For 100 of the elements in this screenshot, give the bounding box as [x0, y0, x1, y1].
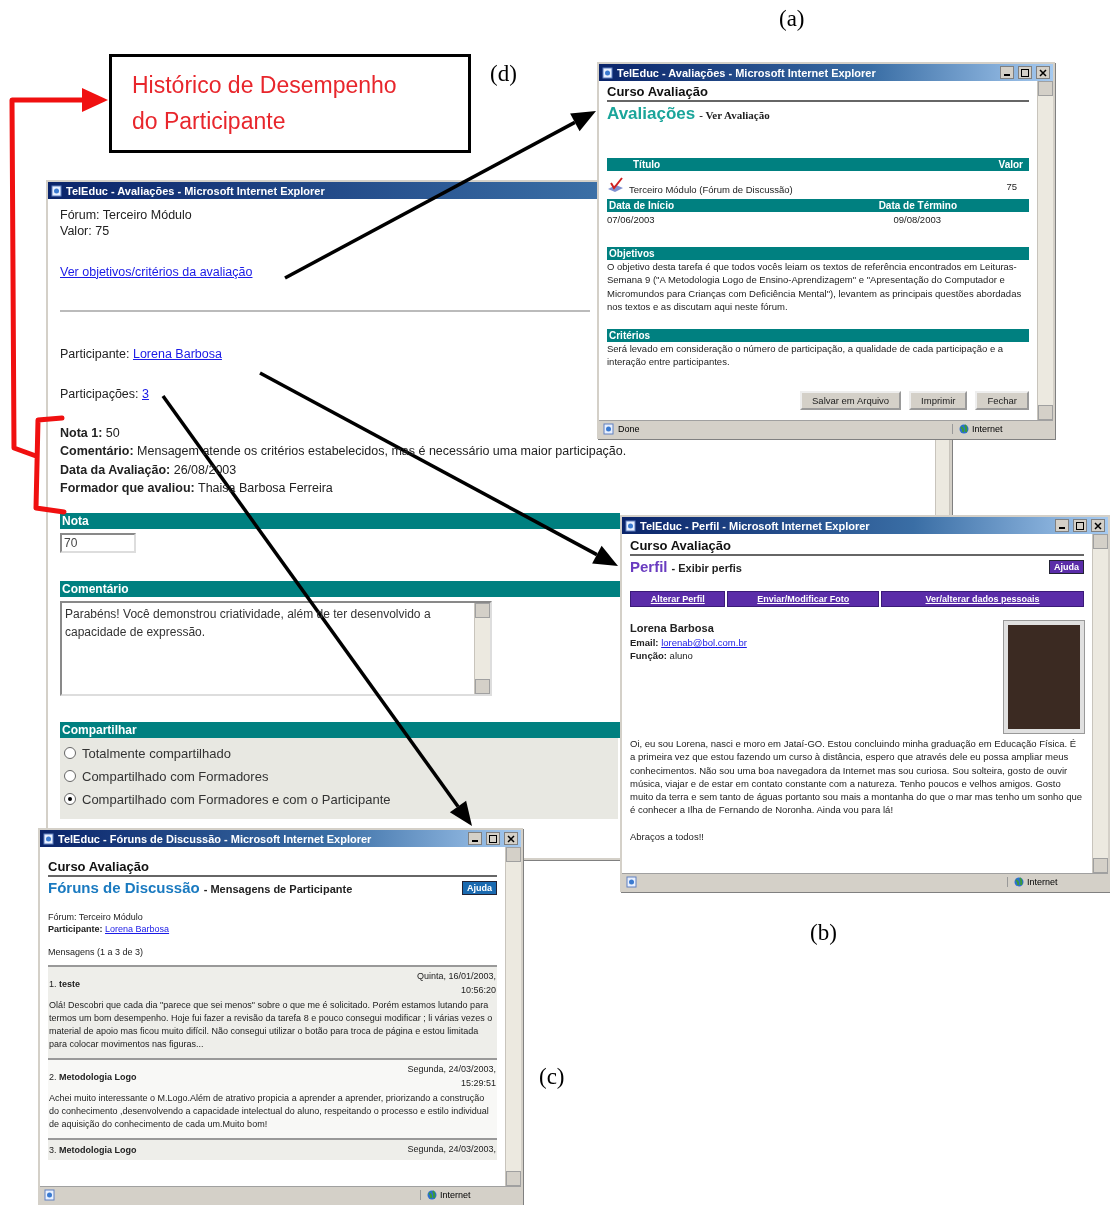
scrollbar[interactable] — [505, 847, 521, 1186]
scrollbar[interactable] — [1092, 534, 1108, 873]
bio-text: Oi, eu sou Lorena, nasci e moro em Jataí-GO. Estou concluindo minha graduação em Educação Física. É a primeira vez que estou fazendo um curso à distância, espero que através dele eu possa ampliar meus conhecimentos. Não sou uma boa navegadora da Internet mas sou curiosa. Sou solteira, gosto de ouvir música, viajar e de estar em contato constante com a natureza. Tenho poucos e velhos amigos. Gosto muito da terra e sem tanto de águas portanto sou mais a montanha do que o mar mas tenho um sonho que é conhecer a Ilha de Fernando de Noronha. Ainda vou para lá! — [630, 737, 1084, 817]
participant-label: Participante: — [60, 346, 130, 361]
scrollbar[interactable] — [1037, 81, 1053, 420]
message-body: Achei muito interessante o M.Logo.Além de atrativo propicia a aprender a aprender, priorizando a construção do conhecimento ,desenvolvendo a capacidade intelectual do aluno, respeitando o processo e estilo individual de aquisição do conhecimento de cada um.Muito bom! — [49, 1092, 490, 1132]
profile-tab[interactable]: Ver/alterar dados pessoais — [881, 591, 1084, 607]
help-button[interactable]: Ajuda — [1049, 559, 1084, 574]
message-row[interactable] — [48, 965, 497, 1059]
message-body: Olá! Descobri que cada dia "parece que sei menos" sobre o que me é solicitado. Porém estamos lutando para termos um bom desempenho. Hoje fui fazer a revisão da tarefa 8 e pouco consegui modificar ; li várias vezes o material de apoio mas ficou muito difícil. Não consegui utilizar o botão para troca de página e estou limitada para colocar movimentos nas figuras... — [49, 999, 494, 1052]
globe-icon — [427, 1190, 437, 1200]
close-icon — [507, 834, 515, 843]
participant-link[interactable]: Lorena Barbosa — [132, 346, 222, 361]
browser-page-icon — [43, 832, 54, 845]
course-title: Curso Avaliação — [48, 859, 497, 877]
share-option[interactable]: Compartilhado com Formadores e com o Participante — [64, 787, 391, 811]
forum-text: Fórum: Terceiro Módulo — [60, 207, 192, 224]
participations-link[interactable]: 3 — [142, 387, 149, 401]
section-header: Nota — [60, 512, 620, 529]
maximize-button[interactable] — [486, 832, 500, 845]
zone-text: Internet — [972, 424, 1003, 434]
role-text: Função: aluno — [630, 649, 694, 662]
share-option[interactable]: Compartilhado com Formadores — [64, 764, 269, 788]
panel-label: (d) — [490, 61, 517, 87]
grade-input[interactable]: 70 — [60, 532, 136, 553]
course-title: Curso Avaliação — [607, 84, 1029, 102]
evaluation-history-text: Nota 1: 50 — [60, 425, 120, 443]
window-title: TelEduc - Avaliações - Microsoft Internet Explorer — [617, 66, 876, 79]
section-title: Fóruns de Discussão — [48, 879, 200, 896]
status-text: Done — [618, 424, 640, 434]
message-subject: 1. teste — [49, 978, 81, 989]
browser-page-icon — [625, 519, 636, 532]
message-row[interactable] — [48, 1058, 497, 1139]
close-icon — [1039, 68, 1047, 77]
criteria-text: Será levado em consideração o número de participação, a qualidade de cada participação e a interação entre participantes. — [607, 342, 1005, 369]
callout-box: Histórico de Desempenho do Participante — [109, 54, 471, 153]
close-button[interactable] — [1091, 519, 1105, 532]
checkmark-book-icon — [607, 177, 625, 193]
section-header: Compartilhar — [60, 721, 620, 738]
email-link[interactable]: lorenab@bol.com.br — [661, 637, 747, 649]
message-subject: 3. Metodologia Logo — [49, 1145, 137, 1156]
share-option[interactable]: Totalmente compartilhado — [64, 741, 231, 765]
message-date: Segunda, 24/03/2003, 15:29:51 — [406, 1063, 496, 1090]
radio-button[interactable] — [64, 770, 76, 783]
browser-page-icon — [603, 423, 614, 435]
maximize-icon — [489, 834, 497, 843]
value-text: Valor: 75 — [60, 223, 110, 240]
message-date: Segunda, 24/03/2003, — [406, 1143, 496, 1157]
message-count: Mensagens (1 a 3 de 3) — [48, 947, 145, 960]
browser-page-icon — [602, 66, 613, 79]
column-header: Título — [632, 159, 662, 170]
closing-text: Abraços a todos!! — [630, 830, 705, 844]
globe-icon — [1014, 877, 1024, 887]
participant-label: Participante: — [48, 923, 103, 934]
profile-name: Lorena Barbosa — [630, 621, 715, 636]
action-button[interactable]: Imprimir — [909, 390, 968, 410]
minimize-button[interactable] — [468, 832, 482, 845]
table-cell-text: 75 — [1005, 180, 1018, 192]
section-title: Avaliações — [607, 104, 696, 124]
radio-button[interactable] — [64, 793, 76, 806]
scrollbar[interactable] — [935, 439, 950, 516]
zone-text: Internet — [1027, 877, 1058, 887]
maximize-icon — [1021, 68, 1029, 77]
globe-icon — [959, 424, 969, 434]
minimize-icon — [1004, 74, 1010, 76]
action-button[interactable]: Fechar — [975, 390, 1029, 410]
panel-label: (c) — [539, 1064, 565, 1090]
minimize-button[interactable] — [1000, 66, 1014, 79]
course-title: Curso Avaliação — [630, 538, 1084, 556]
close-icon — [1094, 521, 1102, 530]
action-button[interactable]: Salvar em Arquivo — [800, 390, 902, 410]
participations-label: Participações: — [60, 387, 139, 401]
maximize-button[interactable] — [1018, 66, 1032, 79]
panel-label: (b) — [810, 920, 837, 946]
message-subject: 2. Metodologia Logo — [49, 1071, 137, 1082]
section-header: Comentário — [60, 580, 620, 597]
email-label: Email: — [630, 637, 659, 649]
radio-button[interactable] — [64, 747, 76, 760]
close-button[interactable] — [504, 832, 518, 845]
forum-text: Fórum: Terceiro Módulo — [48, 912, 144, 924]
criteria-link[interactable]: Ver objetivos/critérios da avaliação — [60, 264, 253, 279]
profile-tab[interactable]: Enviar/Modificar Foto — [727, 591, 880, 607]
zone-text: Internet — [440, 1190, 471, 1200]
profile-tab[interactable]: Alterar Perfil — [630, 591, 726, 607]
window-title: TelEduc - Fóruns de Discussão - Microsoft Internet Explorer — [58, 832, 372, 845]
window-title: TelEduc - Perfil - Microsoft Internet Explorer — [640, 519, 870, 532]
browser-page-icon — [626, 876, 637, 888]
column-header: Data de Início — [609, 200, 674, 211]
minimize-icon — [1059, 527, 1065, 529]
minimize-button[interactable] — [1055, 519, 1069, 532]
panel-label: (a) — [779, 6, 805, 32]
help-button[interactable]: Ajuda — [462, 880, 497, 895]
message-row[interactable]: 3. Metodologia Logo Segunda, 24/03/2003, — [48, 1138, 497, 1160]
section-subtitle: - Mensagens de Participante — [203, 883, 353, 895]
section-subtitle: - Ver Avaliação — [699, 109, 770, 121]
close-button[interactable] — [1036, 66, 1050, 79]
section-header: Objetivos — [607, 247, 1029, 260]
participant-link[interactable]: Lorena Barbosa — [105, 923, 170, 934]
maximize-button[interactable] — [1073, 519, 1087, 532]
table-cell-text: 09/08/2003 — [892, 214, 942, 225]
